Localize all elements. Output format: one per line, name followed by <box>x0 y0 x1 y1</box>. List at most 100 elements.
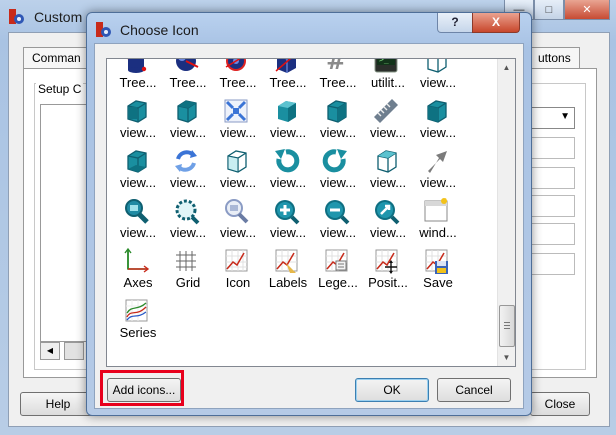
plot-icon <box>225 249 248 272</box>
scroll-down-button[interactable]: ▼ <box>498 349 515 366</box>
icon-item[interactable]: >_ utilit... <box>363 58 413 95</box>
svg-text:#: # <box>326 58 346 75</box>
icon-item[interactable]: view... <box>113 195 163 245</box>
highlight-annotation <box>100 370 184 406</box>
icon-item-label: Lege... <box>318 275 358 290</box>
dialog-help-button[interactable]: ? <box>437 13 473 33</box>
icon-list[interactable]: Tree... Tree... Tree... Tree... # Tree... >_ ut… <box>106 58 516 367</box>
icon-item[interactable]: view... <box>263 195 313 245</box>
dialog-gear-icon <box>96 22 111 37</box>
icon-item-label: view... <box>319 125 357 140</box>
window-close-button[interactable]: ✕ <box>564 0 610 20</box>
icon-item[interactable]: Labels <box>263 245 313 295</box>
dialog-body: Tree... Tree... Tree... Tree... # Tree... >_ ut… <box>94 43 524 409</box>
fit-all-icon <box>224 99 248 123</box>
icon-item[interactable]: view... <box>313 95 363 145</box>
icon-item-label: Axes <box>123 275 153 290</box>
scroll-left-button[interactable]: ◀ <box>40 342 60 360</box>
close-button[interactable]: Close <box>530 392 590 416</box>
icon-item[interactable]: view... <box>263 145 313 195</box>
icon-item[interactable]: Tree... <box>213 59 263 95</box>
icon-item[interactable]: view... <box>163 95 213 145</box>
tab-toolbars[interactable]: uttons <box>529 47 580 68</box>
arrow-icon <box>428 151 447 173</box>
tree-box-icon <box>275 59 296 73</box>
icon-item[interactable]: Save <box>413 245 463 295</box>
icon-item[interactable]: view... <box>113 145 163 195</box>
zoom-select-icon <box>175 199 200 225</box>
field-5[interactable] <box>525 253 575 275</box>
vertical-scroll-thumb[interactable] <box>499 305 515 347</box>
category-combobox[interactable]: ▼ <box>525 107 575 129</box>
icon-item-label: Icon <box>225 275 251 290</box>
icon-item-label: Tree... <box>119 75 157 90</box>
chevron-down-icon: ▼ <box>560 111 570 122</box>
maximize-button[interactable]: □ <box>534 0 564 20</box>
ok-button[interactable]: OK <box>355 378 429 402</box>
icon-item-label: view... <box>419 75 457 90</box>
icon-item[interactable]: view... <box>313 195 363 245</box>
field-3[interactable] <box>525 195 575 217</box>
icon-item-label: view... <box>319 175 357 190</box>
rotate-right-icon <box>322 149 347 173</box>
icon-item-label: view... <box>269 175 307 190</box>
icon-item[interactable]: Axes <box>113 245 163 295</box>
cancel-button[interactable]: Cancel <box>437 378 511 402</box>
field-1[interactable] <box>525 137 575 159</box>
icon-item[interactable]: view... <box>413 59 463 95</box>
icon-item[interactable]: Lege... <box>313 245 363 295</box>
icon-item[interactable]: Tree... <box>263 59 313 95</box>
icon-item-label: view... <box>119 125 157 140</box>
icon-item[interactable]: view... <box>413 145 463 195</box>
icon-item[interactable]: view... <box>413 95 463 145</box>
icon-item-label: view... <box>169 225 207 240</box>
icon-item[interactable]: Posit... <box>363 245 413 295</box>
cube-left-icon <box>227 150 247 173</box>
plot-save-icon <box>425 249 448 274</box>
svg-text:>_: >_ <box>379 58 389 64</box>
scroll-up-button[interactable]: ▲ <box>498 59 515 76</box>
icon-item[interactable]: view... <box>163 195 213 245</box>
icon-item-label: view... <box>319 225 357 240</box>
icon-item[interactable]: view... <box>363 145 413 195</box>
icon-item[interactable]: wind... <box>413 195 463 245</box>
zoom-box-icon <box>125 199 149 224</box>
background-window-title: Custom <box>34 9 83 25</box>
solid-cube-icon <box>278 101 296 122</box>
icon-item[interactable]: # Tree... <box>313 58 363 95</box>
zoom-icon <box>225 199 249 224</box>
icon-item-label: Labels <box>268 275 308 290</box>
grid-icon <box>176 251 196 271</box>
help-button[interactable]: Help <box>20 392 96 416</box>
tree-cylinder-icon <box>127 59 147 73</box>
icon-item-label: view... <box>119 225 157 240</box>
tab-commands[interactable]: Comman <box>23 47 90 68</box>
icon-item[interactable]: Grid <box>163 245 213 295</box>
icon-item[interactable]: view... <box>113 95 163 145</box>
icon-item[interactable]: Icon <box>213 245 263 295</box>
icon-item[interactable]: view... <box>213 145 263 195</box>
icon-item[interactable]: view... <box>213 195 263 245</box>
field-2[interactable] <box>525 167 575 189</box>
dialog-close-button[interactable]: X <box>472 13 520 33</box>
icon-item-label: Series <box>119 325 157 340</box>
icon-item[interactable]: Tree... <box>113 59 163 95</box>
icon-item-label: view... <box>369 225 407 240</box>
vertical-scrollbar[interactable]: ▲ ▼ <box>497 59 515 366</box>
tree-sphere-icon <box>176 59 199 71</box>
icon-item[interactable]: view... <box>213 95 263 145</box>
icon-item[interactable]: Series <box>113 295 163 345</box>
icon-item[interactable]: view... <box>313 145 363 195</box>
icon-item[interactable]: view... <box>363 95 413 145</box>
icon-item[interactable]: view... <box>363 195 413 245</box>
icon-item-label: Tree... <box>169 75 207 90</box>
zoom-in-icon <box>275 200 300 225</box>
icon-item-label: view... <box>419 125 457 140</box>
horizontal-scroll-thumb[interactable] <box>64 342 84 360</box>
icon-item[interactable]: view... <box>263 95 313 145</box>
icon-item[interactable]: Tree... <box>163 59 213 95</box>
zoom-pointer-icon <box>375 200 400 225</box>
icon-item-label: view... <box>169 175 207 190</box>
icon-item[interactable]: view... <box>163 145 213 195</box>
field-4[interactable] <box>525 223 575 245</box>
